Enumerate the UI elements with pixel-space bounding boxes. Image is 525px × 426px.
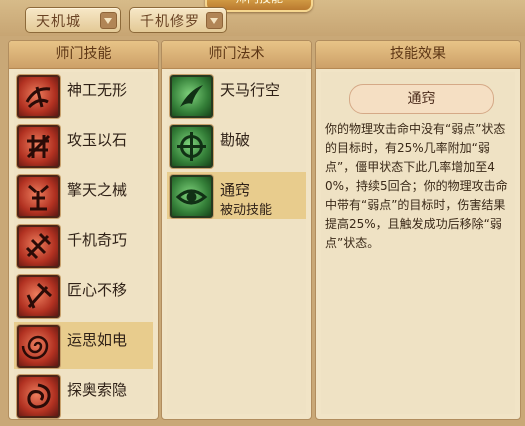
skill-item-label: 攻玉以石 bbox=[67, 131, 128, 149]
school-arts-list: 天马行空 勘破 通窍 被动技能 bbox=[167, 72, 306, 414]
school-dropdown-label: 天机城 bbox=[36, 14, 81, 30]
pillar-skill-icon bbox=[17, 175, 60, 218]
skill-item-qianji[interactable]: 千机奇巧 bbox=[14, 222, 153, 269]
school-arts-panel: 师门法术 天马行空 勘破 通窍 被动技能 bbox=[161, 40, 312, 420]
skill-item-label: 匠心不移 bbox=[67, 281, 128, 299]
skill-item-label: 擎天之械 bbox=[67, 181, 128, 199]
skill-item-jiangxin[interactable]: 匠心不移 bbox=[14, 272, 153, 319]
faction-dropdown[interactable]: 千机修罗 bbox=[129, 7, 227, 33]
art-item-kanpo[interactable]: 勘破 bbox=[167, 122, 306, 169]
skill-effect-body: 通窍 你的物理攻击命中没有“弱点”状态的目标时，有25%几率附加“弱点”，僵甲状… bbox=[321, 72, 515, 414]
skill-item-gongyu[interactable]: 攻玉以石 bbox=[14, 122, 153, 169]
skill-description: 你的物理攻击命中没有“弱点”状态的目标时，有25%几率附加“弱点”，僵甲状态下此… bbox=[325, 122, 508, 250]
eye-skill-icon bbox=[170, 175, 213, 218]
school-skills-list: 神工无形 攻玉以石 擎天之械 千机奇巧 匠心不移 运思如电 探奥索隐 bbox=[14, 72, 153, 418]
vortex-skill-icon bbox=[17, 375, 60, 418]
selected-skill-title: 通窍 bbox=[349, 84, 494, 114]
art-item-label: 天马行空 bbox=[220, 81, 281, 99]
chevron-down-icon[interactable] bbox=[206, 12, 223, 29]
wing-skill-icon bbox=[170, 75, 213, 118]
hammer-skill-icon bbox=[17, 75, 60, 118]
skill-item-shengong[interactable]: 神工无形 bbox=[14, 72, 153, 119]
skill-item-tanao[interactable]: 探奥索隐 bbox=[14, 372, 153, 419]
school-skills-panel: 师门技能 神工无形 攻玉以石 擎天之械 千机奇巧 匠心不移 运思如电 探奥索隐 bbox=[8, 40, 159, 420]
skill-item-label: 运思如电 bbox=[67, 331, 128, 349]
stone-skill-icon bbox=[17, 125, 60, 168]
spiral-skill-icon bbox=[17, 325, 60, 368]
chisel-skill-icon bbox=[17, 275, 60, 318]
skill-item-label: 神工无形 bbox=[67, 81, 128, 99]
art-item-tianma[interactable]: 天马行空 bbox=[167, 72, 306, 119]
art-item-label: 通窍 bbox=[220, 181, 251, 199]
skill-item-qingtian[interactable]: 擎天之械 bbox=[14, 172, 153, 219]
target-skill-icon bbox=[170, 125, 213, 168]
mechanism-skill-icon bbox=[17, 225, 60, 268]
school-skills-header: 师门技能 bbox=[9, 41, 158, 69]
school-arts-header: 师门法术 bbox=[162, 41, 311, 69]
skill-item-label: 千机奇巧 bbox=[67, 231, 128, 249]
skill-item-label: 探奥索隐 bbox=[67, 381, 128, 399]
art-item-tongqiao[interactable]: 通窍 被动技能 bbox=[167, 172, 306, 219]
school-dropdown[interactable]: 天机城 bbox=[25, 7, 121, 33]
art-item-label: 勘破 bbox=[220, 131, 251, 149]
chevron-down-icon[interactable] bbox=[100, 12, 117, 29]
faction-dropdown-label: 千机修罗 bbox=[140, 14, 200, 30]
passive-skill-label: 被动技能 bbox=[220, 203, 273, 218]
top-bar: 师门技能 天机城 千机修罗 bbox=[0, 0, 525, 36]
skill-item-yunsi[interactable]: 运思如电 bbox=[14, 322, 153, 369]
skill-effect-header: 技能效果 bbox=[316, 41, 520, 69]
skill-effect-panel: 技能效果 通窍 你的物理攻击命中没有“弱点”状态的目标时，有25%几率附加“弱点… bbox=[315, 40, 521, 420]
